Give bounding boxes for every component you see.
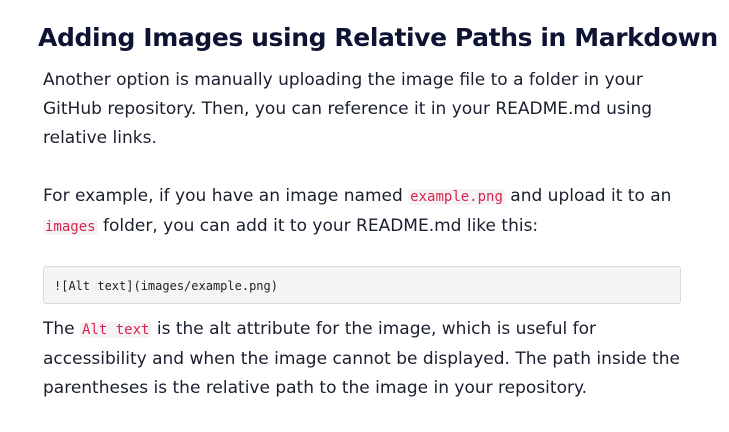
code-block[interactable]: ![Alt text](images/example.png) bbox=[43, 266, 681, 304]
paragraph-intro-text: Another option is manually uploading the… bbox=[43, 70, 653, 148]
inline-code-example-png: example.png bbox=[408, 189, 505, 205]
inline-code-alt-text: Alt text bbox=[80, 322, 152, 338]
inline-code-images: images bbox=[43, 219, 98, 235]
paragraph-example-text-1: For example, if you have an image named bbox=[43, 186, 409, 206]
paragraph-example-text-2: and upload it to an bbox=[504, 186, 672, 206]
paragraph-intro: Another option is manually uploading the… bbox=[43, 66, 688, 153]
section-heading: Adding Images using Relative Paths in Ma… bbox=[38, 23, 718, 52]
paragraph-example: For example, if you have an image named … bbox=[43, 182, 688, 242]
paragraph-alt-text: The Alt text is the alt attribute for th… bbox=[43, 315, 688, 403]
paragraph-example-text-3: folder, you can add it to your README.md… bbox=[97, 216, 539, 236]
article: Adding Images using Relative Paths in Ma… bbox=[38, 18, 718, 403]
paragraph-alt-text-1: The bbox=[43, 319, 81, 339]
